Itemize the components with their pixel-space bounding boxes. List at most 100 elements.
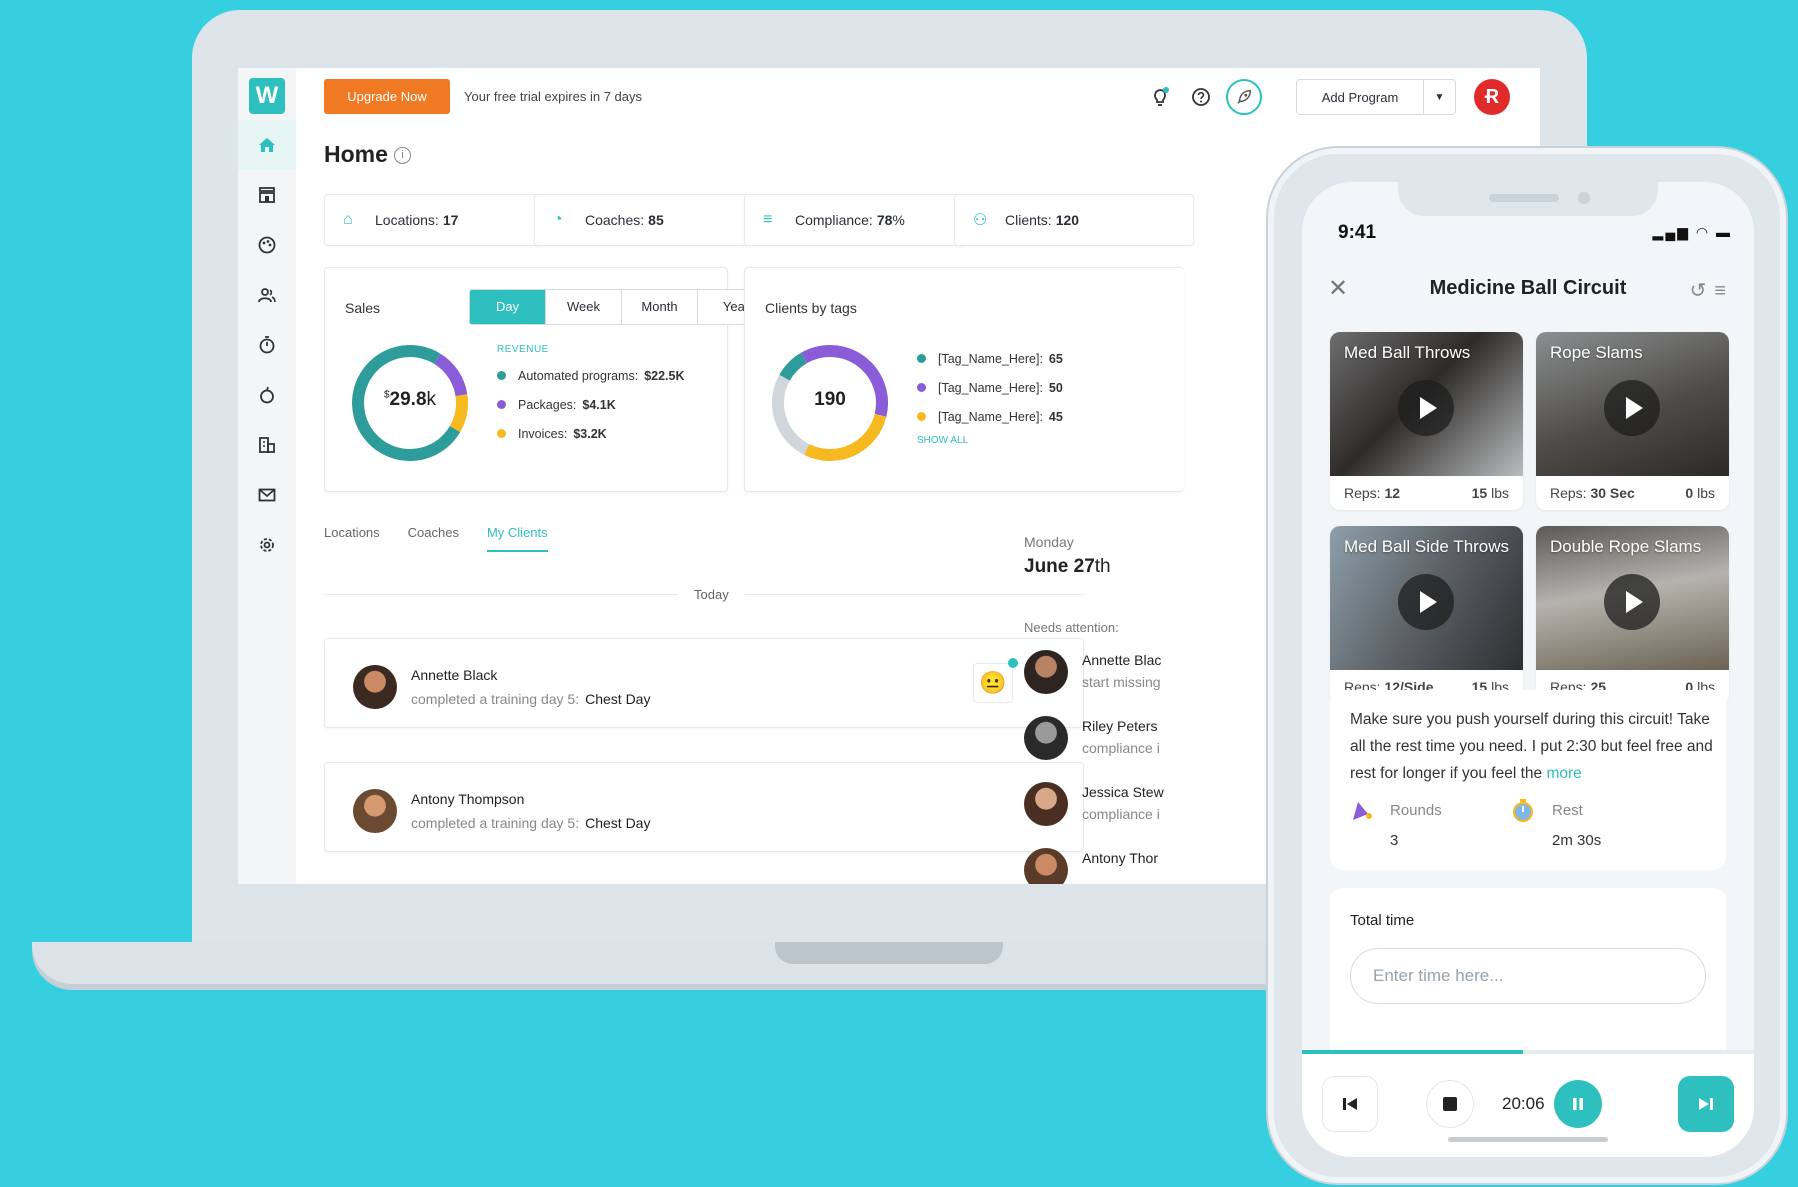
home-indicator [1448,1137,1608,1142]
legend-item: Automated programs: $22.5K [497,361,685,390]
stat-label: Coaches: [585,212,645,228]
attention-name: Antony Thor [1082,850,1159,866]
attention-item[interactable]: Riley Peters compliance i [1024,716,1264,766]
timer-icon[interactable] [238,320,296,370]
rounds-icon [1353,802,1372,820]
avatar [1024,650,1068,694]
palette-icon[interactable] [238,220,296,270]
stat-value: 120 [1055,212,1080,228]
legend-item: Invoices: $3.2K [497,419,685,448]
tags-legend: [Tag_Name_Here]: 65 [Tag_Name_Here]: 50 [T… [917,344,1063,446]
stat-card-compliance[interactable]: ≡ Compliance: 78% [744,194,964,246]
period-selector: Day Week Month Year [469,289,775,325]
avatar [1024,848,1068,884]
mood-emoji[interactable]: 😐 [973,658,1018,703]
help-icon[interactable] [1186,82,1216,112]
attention-item[interactable]: Jessica Stew compliance i [1024,782,1264,832]
rocket-icon[interactable] [1226,79,1262,115]
client-name: Antony Thompson [411,791,525,807]
exercise-card[interactable]: Med Ball Side Throws Reps: 12/Side 15 lb… [1330,526,1523,704]
activity-card[interactable]: Annette Black completed a training day 5… [324,638,1084,728]
total-time-input[interactable] [1350,948,1706,1004]
period-day[interactable]: Day [470,290,546,324]
chevron-down-icon[interactable]: ▼ [1423,80,1455,114]
rest-label: Rest [1552,802,1583,819]
needs-attention-label: Needs attention: [1024,620,1119,635]
avatar [1024,782,1068,826]
agenda-day: Monday [1024,534,1074,550]
attention-name: Annette Blac [1082,652,1162,668]
next-icon[interactable] [1678,1076,1734,1132]
exercise-name: Double Rope Slams [1550,537,1702,556]
stat-label: Clients: [1005,212,1052,228]
attention-status: compliance i [1082,806,1160,822]
exercise-card[interactable]: Med Ball Throws Reps: 12 15 lbs [1330,332,1523,510]
apple-icon[interactable] [238,370,296,420]
mail-icon[interactable] [238,470,296,520]
lightbulb-icon[interactable] [1146,82,1176,112]
gear-icon[interactable] [238,520,296,570]
users-icon[interactable] [238,270,296,320]
app-logo[interactable]: W [249,78,285,114]
activity-card[interactable]: Antony Thompson completed a training day… [324,762,1084,852]
exercise-card[interactable]: Rope Slams Reps: 30 Sec 0 lbs [1536,332,1729,510]
client-name: Annette Black [411,667,498,683]
store-icon[interactable] [238,170,296,220]
stat-card-clients[interactable]: ⚇ Clients: 120 [954,194,1194,246]
tab-locations[interactable]: Locations [324,525,380,552]
building-icon[interactable] [238,420,296,470]
users-icon: ⚇ [973,212,988,229]
today-divider-label: Today [678,587,745,602]
signal-wifi-battery-icon: ▂▄▆ ◠ ▬ [1652,224,1732,240]
period-week[interactable]: Week [546,290,622,324]
exercise-reps: Reps: 30 Sec [1550,485,1635,501]
pause-icon[interactable] [1554,1080,1602,1128]
page-title: Home [324,141,388,167]
exercise-weight: 0 lbs [1685,485,1715,501]
play-icon[interactable] [1604,574,1660,630]
trial-expiry-text: Your free trial expires in 7 days [464,89,643,104]
attention-name: Riley Peters [1082,718,1158,734]
play-icon[interactable] [1398,574,1454,630]
user-avatar[interactable]: Ɍ [1474,79,1510,115]
total-time-label: Total time [1350,912,1415,929]
attention-item[interactable]: Antony Thor [1024,848,1264,884]
tab-my-clients[interactable]: My Clients [486,525,548,552]
attention-item[interactable]: Annette Blac start missing [1024,650,1264,700]
stop-icon[interactable] [1426,1080,1474,1128]
attention-status: start missing [1082,674,1161,690]
more-link[interactable]: more [1546,765,1581,782]
exercise-name: Med Ball Throws [1344,343,1471,362]
edit-list-icon[interactable]: ≡ [1714,280,1734,302]
history-icon[interactable]: ↺ [1690,280,1715,302]
previous-icon[interactable] [1322,1076,1378,1132]
add-program-button[interactable]: Add Program ▼ [1296,79,1456,115]
show-all-link[interactable]: SHOW ALL [917,435,1063,446]
tags-title: Clients by tags [765,300,857,316]
coach-note-card: Make sure you push yourself during this … [1330,690,1726,870]
add-program-label: Add Program [1321,89,1399,105]
sidebar: W [238,68,296,884]
phone-frame: 9:41 ▂▄▆ ◠ ▬ ✕ Medicine Ball Circuit ↺≡ … [1268,148,1786,1183]
info-icon[interactable]: i [394,147,411,164]
stat-card-locations[interactable]: ⌂ Locations: 17 [324,194,544,246]
period-month[interactable]: Month [622,290,698,324]
donut-slice [804,413,887,461]
phone-notch [1398,182,1658,216]
building-icon: ⌂ [343,211,353,228]
sales-panel: Sales Day Week Month Year $29.8k REVENUE… [324,267,775,492]
stat-value: 85 [648,212,664,228]
rounds-label: Rounds [1390,802,1442,819]
stat-value: 17 [442,212,459,228]
tab-coaches[interactable]: Coaches [408,525,459,552]
home-icon[interactable] [238,120,296,170]
play-icon[interactable] [1398,380,1454,436]
sales-legend: REVENUE Automated programs: $22.5K Packag… [497,344,685,448]
upgrade-now-button[interactable]: Upgrade Now [324,79,450,114]
stat-card-coaches[interactable]: ◔ Coaches: 85 [534,194,754,246]
sales-title: Sales [345,300,381,316]
exercise-card[interactable]: Double Rope Slams Reps: 25 0 lbs [1536,526,1729,704]
play-icon[interactable] [1604,380,1660,436]
legend-item: Packages: $4.1K [497,390,685,419]
notification-dot [1008,658,1018,668]
